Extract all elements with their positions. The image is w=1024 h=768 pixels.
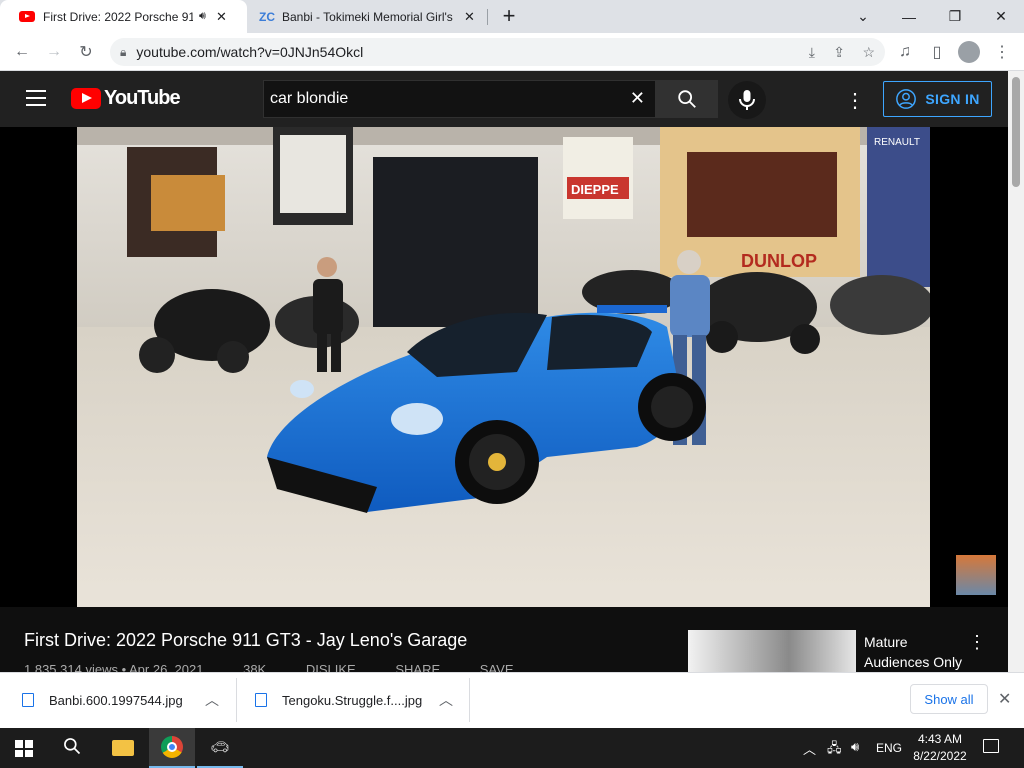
side-panel-icon[interactable]: ▯	[923, 38, 951, 66]
clock[interactable]: 4:43 AM 8/22/2022	[908, 731, 972, 765]
tab-youtube[interactable]: First Drive: 2022 Porsche 911 GT3 🔊︎ ✕	[0, 0, 247, 33]
video-frame-image: DIEPPE DUNLOP RENAULT	[77, 127, 930, 607]
forward-icon[interactable]: →	[40, 38, 68, 66]
close-window-button[interactable]: ✕	[978, 0, 1024, 33]
profile-avatar-icon[interactable]	[958, 41, 980, 63]
download-options-chevron-icon[interactable]: ︿	[439, 690, 453, 710]
suggested-title-line2: Audiences Only	[864, 654, 963, 670]
clock-time: 4:43 AM	[917, 732, 963, 746]
youtube-logo-text: YouTube	[104, 87, 181, 109]
tab-close-icon[interactable]: ✕	[464, 9, 475, 25]
search-box: car blondie ✕	[263, 80, 655, 118]
youtube-play-logo-icon	[71, 88, 101, 109]
tray-overflow-chevron-icon[interactable]: ︿	[803, 739, 816, 758]
download-divider	[469, 678, 470, 722]
search-icon	[677, 90, 696, 108]
notification-center-icon[interactable]	[983, 739, 999, 753]
account-icon	[896, 89, 917, 109]
dislike-button[interactable]: DISLIKE	[306, 662, 356, 672]
minimize-button[interactable]: —	[886, 0, 932, 33]
install-icon[interactable]: ⤓	[809, 44, 815, 61]
suggested-video-title[interactable]: Mature Audiences Only	[864, 632, 962, 672]
address-bar[interactable]: 🔒︎ youtube.com/watch?v=0JNJn54Okcl ⤓ ⇪ ☆	[110, 38, 885, 66]
media-control-icon[interactable]: ♫	[891, 38, 919, 66]
show-all-button[interactable]: Show all	[910, 684, 988, 714]
chrome-taskbar-button[interactable]	[149, 728, 195, 768]
microphone-icon	[739, 90, 755, 110]
suggested-video-thumbnail[interactable]	[688, 630, 856, 672]
network-icon[interactable]: 🖧︎	[827, 739, 842, 761]
hamburger-menu-icon[interactable]	[26, 90, 46, 106]
tab-banbi[interactable]: ZC Banbi - Tokimeki Memorial Girl's Side…	[247, 0, 487, 33]
tab-close-icon[interactable]: ✕	[216, 9, 227, 25]
dieppe-poster-text: DIEPPE	[571, 182, 619, 197]
view-count-date: 1,835,314 views • Apr 26, 2021	[24, 662, 204, 672]
zc-favicon-icon: ZC	[259, 9, 275, 24]
back-icon[interactable]: ←	[8, 38, 36, 66]
download-item[interactable]: Tengoku.Struggle.f....jpg ︿	[237, 672, 469, 728]
language-indicator[interactable]: ENG	[876, 741, 902, 755]
share-button[interactable]: SHARE	[395, 662, 440, 672]
youtube-favicon-icon	[19, 11, 35, 22]
voice-search-button[interactable]	[728, 81, 766, 119]
tab-title: First Drive: 2022 Porsche 911 GT3	[43, 9, 193, 24]
video-player[interactable]: DIEPPE DUNLOP RENAULT	[77, 127, 930, 607]
restore-button[interactable]: ❐	[932, 0, 978, 33]
lock-icon[interactable]: 🔒︎	[120, 45, 126, 60]
tab-title: Banbi - Tokimeki Memorial Girl's Side	[282, 9, 454, 24]
download-options-chevron-icon[interactable]: ︿	[205, 690, 219, 710]
channel-watermark-avatar[interactable]	[956, 555, 996, 595]
scrollbar-thumb[interactable]	[1012, 77, 1020, 187]
save-button[interactable]: SAVE	[480, 662, 514, 672]
close-downloads-icon[interactable]: ✕	[998, 689, 1011, 709]
clear-search-icon[interactable]: ✕	[630, 88, 645, 109]
settings-menu-icon[interactable]: ⋮	[845, 88, 865, 113]
share-icon[interactable]: ⇪	[833, 44, 845, 61]
taskbar-search-icon[interactable]	[62, 736, 84, 758]
tab-search-icon[interactable]: ⌄	[840, 0, 886, 33]
audio-playing-icon[interactable]: 🔊︎	[199, 10, 206, 23]
video-title: First Drive: 2022 Porsche 911 GT3 - Jay …	[24, 630, 468, 650]
search-button[interactable]	[655, 80, 718, 118]
file-explorer-icon[interactable]	[112, 740, 134, 756]
volume-icon[interactable]: 🔊︎	[851, 739, 859, 755]
clock-date: 8/22/2022	[913, 749, 967, 763]
tab-strip: First Drive: 2022 Porsche 911 GT3 🔊︎ ✕ Z…	[0, 0, 1024, 33]
like-button[interactable]: 38K	[243, 662, 266, 672]
download-file-name: Tengoku.Struggle.f....jpg	[282, 692, 423, 708]
sign-in-label: SIGN IN	[925, 91, 980, 107]
search-input[interactable]: car blondie	[270, 90, 620, 108]
chrome-icon	[161, 736, 183, 758]
image-file-icon	[22, 693, 34, 707]
car-app-taskbar-icon[interactable]: 🚗︎	[197, 728, 243, 768]
reload-icon[interactable]: ↻	[72, 38, 100, 66]
youtube-logo[interactable]: YouTube	[71, 87, 181, 110]
windows-start-icon[interactable]	[15, 740, 33, 757]
image-file-icon	[255, 693, 267, 707]
url-text: youtube.com/watch?v=0JNJn54Okcl	[136, 44, 364, 60]
chrome-menu-icon[interactable]: ⋮	[988, 38, 1016, 66]
suggested-more-icon[interactable]: ⋮	[968, 632, 986, 653]
dunlop-poster-text: DUNLOP	[741, 251, 817, 271]
page-scrollbar[interactable]	[1008, 71, 1024, 672]
download-file-name: Banbi.600.1997544.jpg	[49, 692, 183, 708]
tab-separator	[487, 9, 488, 25]
sign-in-button[interactable]: SIGN IN	[883, 81, 992, 117]
new-tab-button[interactable]: +	[498, 3, 520, 29]
suggested-title-line1: Mature	[864, 634, 908, 650]
bookmark-star-icon[interactable]: ☆	[862, 44, 875, 61]
renault-poster-text: RENAULT	[874, 137, 920, 148]
download-item[interactable]: Banbi.600.1997544.jpg ︿	[0, 672, 236, 728]
video-meta: 1,835,314 views • Apr 26, 2021 38K DISLI…	[24, 662, 624, 672]
